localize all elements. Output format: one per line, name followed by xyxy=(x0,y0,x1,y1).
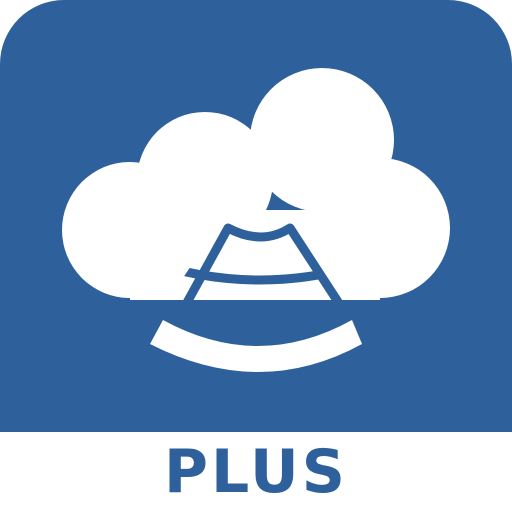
app-icon[interactable]: PLUS xyxy=(0,0,512,512)
plus-label: PLUS xyxy=(163,437,348,507)
cloud-ultrasound-icon xyxy=(62,68,450,372)
cloud-shape xyxy=(62,68,450,300)
ultrasound-beam-base xyxy=(150,320,362,372)
